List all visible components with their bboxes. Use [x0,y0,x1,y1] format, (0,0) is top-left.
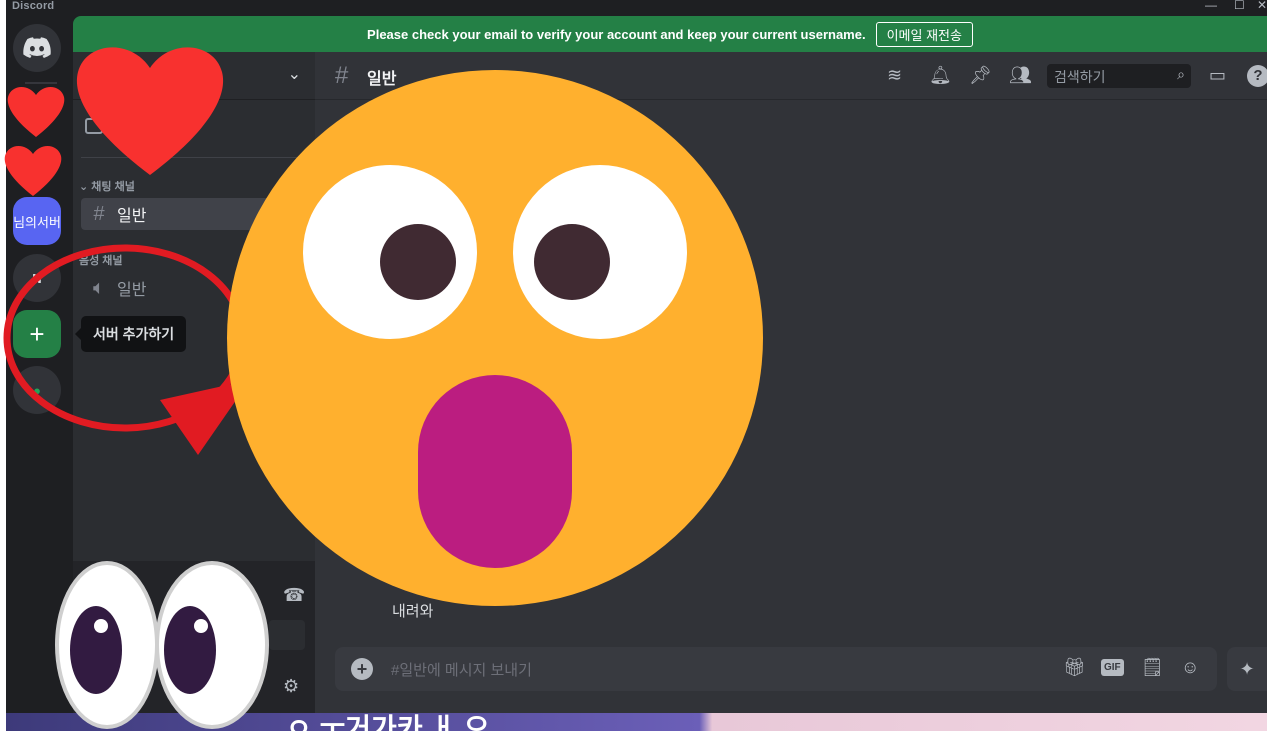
inbox-icon[interactable]: ▭ [1209,65,1226,86]
verify-email-banner: Please check your email to verify your a… [73,16,1267,52]
server-header[interactable]: ⌄ [73,52,315,100]
category-text-channels[interactable]: ⌄ 채팅 채널 [79,178,135,194]
attach-plus-icon[interactable]: + [351,658,373,680]
chevron-down-icon: ⌄ [287,66,301,83]
server-list-separator [25,82,57,84]
maximize-button[interactable]: ☐ [1234,0,1245,12]
gif-button[interactable]: GIF [1101,659,1124,676]
help-icon[interactable]: ? [1247,65,1267,87]
search-input[interactable]: 검색하기 ⌕ [1047,64,1191,88]
search-placeholder: 검색하기 [1054,69,1106,85]
voice-channel-name: 일반 [117,282,147,299]
emoji-icon[interactable]: ☺ [1181,657,1199,678]
speaker-icon: 🔈︎ [93,276,105,299]
titlebar: Discord — ☐ ✕ [6,0,1267,14]
category-voice-channels[interactable]: 음성 채널 [79,252,123,268]
bell-icon[interactable]: 🔔︎ [929,65,952,86]
compass-icon: ● [33,382,41,398]
members-icon[interactable]: 👥︎ [1009,65,1032,86]
disconnect-icon[interactable]: ☎ [283,585,305,606]
composer-placeholder: #일반에 메시지 보내기 [391,662,532,679]
message-composer[interactable]: + #일반에 메시지 보내기 🎁︎ GIF 🗒︎ ☺ [335,647,1217,691]
gift-icon[interactable]: 🎁︎ [1063,657,1086,678]
channel-name: 일반 [117,208,147,225]
channel-title: 일반 [367,71,397,88]
resend-email-button[interactable]: 이메일 재전송 [875,21,973,47]
threads-icon[interactable]: ≋ [887,65,902,86]
gear-icon[interactable]: ⚙ [283,676,299,697]
channel-item-general[interactable]: # 일반 [81,198,307,230]
category-label: 채팅 채널 [91,181,135,193]
chat-header: # 일반 ≋ 🔔︎ 📌︎ 👥︎ 검색하기 ⌕ ▭ ? [315,52,1267,100]
discord-window: Discord — ☐ ✕ Please check your email to… [6,0,1267,713]
minimize-button[interactable]: — [1205,0,1217,12]
events-icon[interactable] [85,118,103,134]
server-icon-my-server[interactable]: 님의서버 [13,197,61,245]
banner-message: Please check your email to verify your a… [367,26,866,42]
channel-sidebar: ⌄ ⌄ 채팅 채널 # 일반 음성 채널 🔈︎ 일반 ☎ ⚙ [73,52,315,713]
pin-icon[interactable]: 📌︎ [969,65,992,86]
sticker-icon[interactable]: 🗒︎ [1141,657,1164,678]
add-server-tooltip: 서버 추가하기 [74,316,187,352]
chat-area: # 일반 ≋ 🔔︎ 📌︎ 👥︎ 검색하기 ⌕ ▭ ? 내려와 + #일반에 메시… [315,52,1267,713]
hash-icon: # [93,202,105,225]
voice-channel-general[interactable]: 🔈︎ 일반 [81,272,307,304]
discover-servers-button[interactable]: ● [13,366,61,414]
close-button[interactable]: ✕ [1257,0,1267,12]
background-banner-text: ㅇ ㅜ거가카 ㅐ 으 [286,713,490,731]
discord-logo-icon [23,37,51,58]
app-title: Discord [12,0,55,12]
apps-icon[interactable]: ✦ [1227,647,1267,691]
server-list: 님의서버 N + ● [6,14,73,713]
screen-share-button[interactable] [269,620,305,650]
hash-icon: # [335,62,349,89]
channel-divider [81,157,307,158]
message-text: 내려와 [392,603,434,620]
add-server-button[interactable]: + [13,310,61,358]
server-icon-n[interactable]: N [13,254,61,302]
category-label: 음성 채널 [79,255,123,267]
plus-icon: + [29,318,45,349]
background-banner: ㅇ ㅜ거가카 ㅐ 으 [6,713,1267,731]
home-button[interactable] [13,24,61,72]
search-icon: ⌕ [1177,66,1185,82]
